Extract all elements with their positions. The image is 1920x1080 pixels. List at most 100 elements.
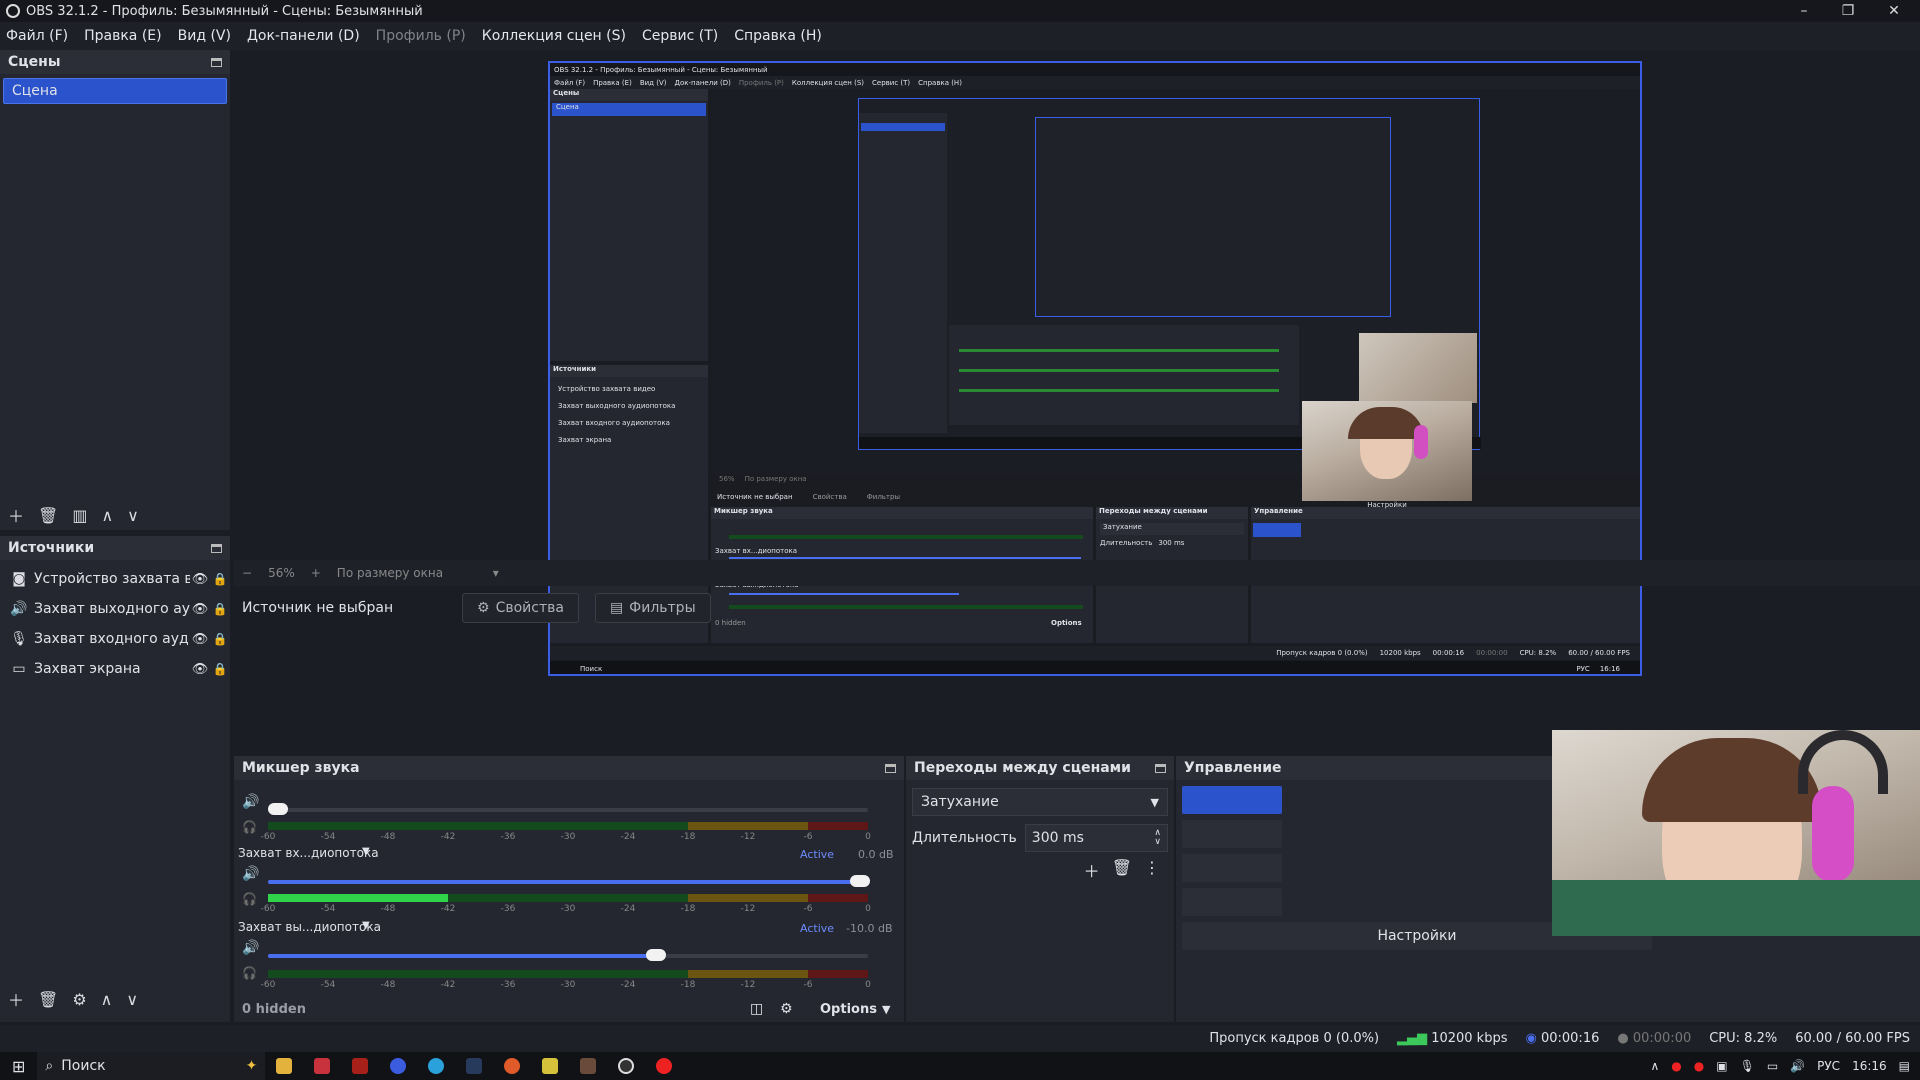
advanced-audio-gear-icon[interactable]: ⚙ xyxy=(780,1001,793,1017)
windows-start-icon[interactable]: ⊞ xyxy=(12,1057,25,1076)
remove-transition-icon[interactable]: 🗑 xyxy=(1112,858,1132,882)
app-yellow-icon[interactable] xyxy=(542,1058,559,1074)
app-red-icon[interactable] xyxy=(314,1058,331,1074)
network-icon[interactable]: ▭ xyxy=(1767,1059,1778,1073)
source-item-audio-output[interactable]: 🔊 Захват выходного аудиопотока 👁 🔒 xyxy=(0,594,230,624)
lock-icon[interactable]: 🔒 xyxy=(210,602,230,616)
move-up-icon[interactable]: ∧ xyxy=(101,506,113,525)
start-recording-button[interactable] xyxy=(1182,820,1282,848)
microphone-icon[interactable]: 🎙 xyxy=(1740,1059,1755,1073)
taskbar-search[interactable]: ⌕ Поиск ✦ xyxy=(37,1052,266,1080)
scene-filters-icon[interactable]: ▥ xyxy=(72,506,87,525)
channel-name[interactable]: Захват вы...диопотока xyxy=(238,920,381,934)
app-brown-icon[interactable] xyxy=(580,1058,597,1074)
app-64-icon[interactable] xyxy=(352,1058,369,1074)
menu-docks[interactable]: Док-панели (D) xyxy=(247,28,360,44)
add-source-icon[interactable]: ＋ xyxy=(8,987,24,1011)
menu-profile[interactable]: Профиль (P) xyxy=(376,28,466,44)
volume-slider[interactable] xyxy=(268,803,868,815)
steam-icon[interactable] xyxy=(466,1058,483,1074)
speaker-icon[interactable]: 🔊 xyxy=(242,866,259,882)
monitor-headphones-icon[interactable]: 🎧 xyxy=(242,820,257,834)
monitor-headphones-icon[interactable]: 🎧 xyxy=(242,892,257,906)
chevron-down-icon[interactable]: ▾ xyxy=(493,566,499,580)
duration-spinbox[interactable]: 300 ms ∧ ∨ xyxy=(1024,824,1168,852)
layout-toggle-icon[interactable]: ◫ xyxy=(750,1001,763,1017)
maximize-button[interactable]: ❐ xyxy=(1826,0,1870,22)
tray-app-icon[interactable]: ● xyxy=(1694,1059,1704,1073)
transition-select[interactable]: Затухание ▼ xyxy=(912,788,1168,816)
source-properties-gear-icon[interactable]: ⚙ xyxy=(72,990,86,1009)
close-button[interactable]: ✕ xyxy=(1872,0,1916,22)
minimize-button[interactable]: – xyxy=(1782,0,1826,22)
move-down-icon[interactable]: ∨ xyxy=(126,990,138,1009)
more-options-icon[interactable]: ⋮ xyxy=(1144,858,1160,882)
visibility-eye-icon[interactable]: 👁 xyxy=(190,572,210,587)
remove-source-icon[interactable]: 🗑 xyxy=(38,990,58,1009)
move-up-icon[interactable]: ∧ xyxy=(101,990,113,1009)
move-down-icon[interactable]: ∨ xyxy=(127,506,139,525)
channel-name[interactable]: Захват вх...диопотока xyxy=(238,846,379,860)
studio-mode-button[interactable] xyxy=(1182,888,1282,916)
zoom-in-button[interactable]: + xyxy=(311,566,321,580)
source-item-display-capture[interactable]: ▭ Захват экрана 👁 🔒 xyxy=(0,654,230,684)
source-item-video-capture[interactable]: ◙ Устройство захвата видео 👁 🔒 xyxy=(0,564,230,594)
speaker-icon[interactable]: 🔊 xyxy=(242,794,259,810)
transitions-header: Переходы между сценами xyxy=(906,756,1174,780)
yandex-browser-icon[interactable] xyxy=(656,1058,673,1074)
undock-icon[interactable] xyxy=(1155,763,1166,773)
clock[interactable]: 16:16 xyxy=(1852,1059,1887,1073)
meter-tick-label: -24 xyxy=(620,904,636,914)
chevron-down-icon[interactable]: ▼ xyxy=(362,846,370,857)
volume-slider[interactable] xyxy=(268,875,870,887)
undock-icon[interactable] xyxy=(211,57,222,67)
volume-slider[interactable] xyxy=(268,949,868,961)
scene-item[interactable]: Сцена xyxy=(3,78,227,104)
menu-edit[interactable]: Правка (E) xyxy=(84,28,162,44)
virtual-camera-button[interactable] xyxy=(1182,854,1282,882)
menu-scene-collection[interactable]: Коллекция сцен (S) xyxy=(482,28,626,44)
start-streaming-button[interactable] xyxy=(1182,786,1282,814)
lock-icon[interactable]: 🔒 xyxy=(210,662,230,676)
telegram-icon[interactable] xyxy=(428,1058,445,1074)
tray-chevron-up-icon[interactable]: ∧ xyxy=(1650,1059,1659,1073)
spin-arrows-icon[interactable]: ∧ ∨ xyxy=(1154,829,1161,847)
app-blue-icon[interactable] xyxy=(390,1058,407,1074)
zoom-fit-select[interactable]: По размеру окна xyxy=(337,566,477,580)
options-button[interactable]: Options xyxy=(820,1002,877,1017)
add-scene-icon[interactable]: ＋ xyxy=(8,503,24,527)
monitor-headphones-icon[interactable]: 🎧 xyxy=(242,966,257,980)
menu-view[interactable]: Вид (V) xyxy=(178,28,231,44)
tray-app-icon[interactable]: ▣ xyxy=(1716,1059,1727,1073)
source-item-audio-input[interactable]: 🎙 Захват входного аудиопотока 👁 🔒 xyxy=(0,624,230,654)
zoom-out-button[interactable]: − xyxy=(242,566,252,580)
lock-icon[interactable]: 🔒 xyxy=(210,572,230,586)
filters-button[interactable]: ▤ Фильтры xyxy=(594,593,711,623)
visibility-eye-icon[interactable]: 👁 xyxy=(190,602,210,617)
language-indicator[interactable]: РУС xyxy=(1817,1059,1840,1073)
nested-scenes-title: Сцены xyxy=(550,89,708,101)
undock-icon[interactable] xyxy=(211,543,222,553)
menu-tools[interactable]: Сервис (T) xyxy=(642,28,718,44)
nested-scene-item: Сцена xyxy=(552,103,706,116)
lock-icon[interactable]: 🔒 xyxy=(210,632,230,646)
add-transition-icon[interactable]: ＋ xyxy=(1084,858,1100,882)
menu-file[interactable]: Файл (F) xyxy=(6,28,68,44)
file-explorer-icon[interactable] xyxy=(276,1058,293,1074)
speaker-icon[interactable]: 🔊 xyxy=(242,940,259,956)
menu-help[interactable]: Справка (H) xyxy=(734,28,822,44)
remove-scene-icon[interactable]: 🗑 xyxy=(38,506,58,525)
notifications-icon[interactable]: ▤ xyxy=(1899,1059,1910,1073)
properties-button[interactable]: ⚙ Свойства xyxy=(462,593,579,623)
undock-icon[interactable] xyxy=(885,763,896,773)
volume-icon[interactable]: 🔊 xyxy=(1790,1059,1805,1073)
visibility-eye-icon[interactable]: 👁 xyxy=(190,662,210,677)
app-orange-icon[interactable] xyxy=(504,1058,521,1074)
chevron-down-icon[interactable]: ▼ xyxy=(882,1003,890,1016)
meter-tick-label: -48 xyxy=(380,832,396,842)
tray-app-icon[interactable]: ● xyxy=(1671,1059,1681,1073)
obs-taskbar-icon[interactable] xyxy=(618,1058,635,1074)
meter-ticks: -60 -54 -48 -42 -36 -30 -24 -18 -12 -6 0 xyxy=(261,832,871,846)
visibility-eye-icon[interactable]: 👁 xyxy=(190,632,210,647)
chevron-down-icon[interactable]: ▼ xyxy=(362,920,370,931)
